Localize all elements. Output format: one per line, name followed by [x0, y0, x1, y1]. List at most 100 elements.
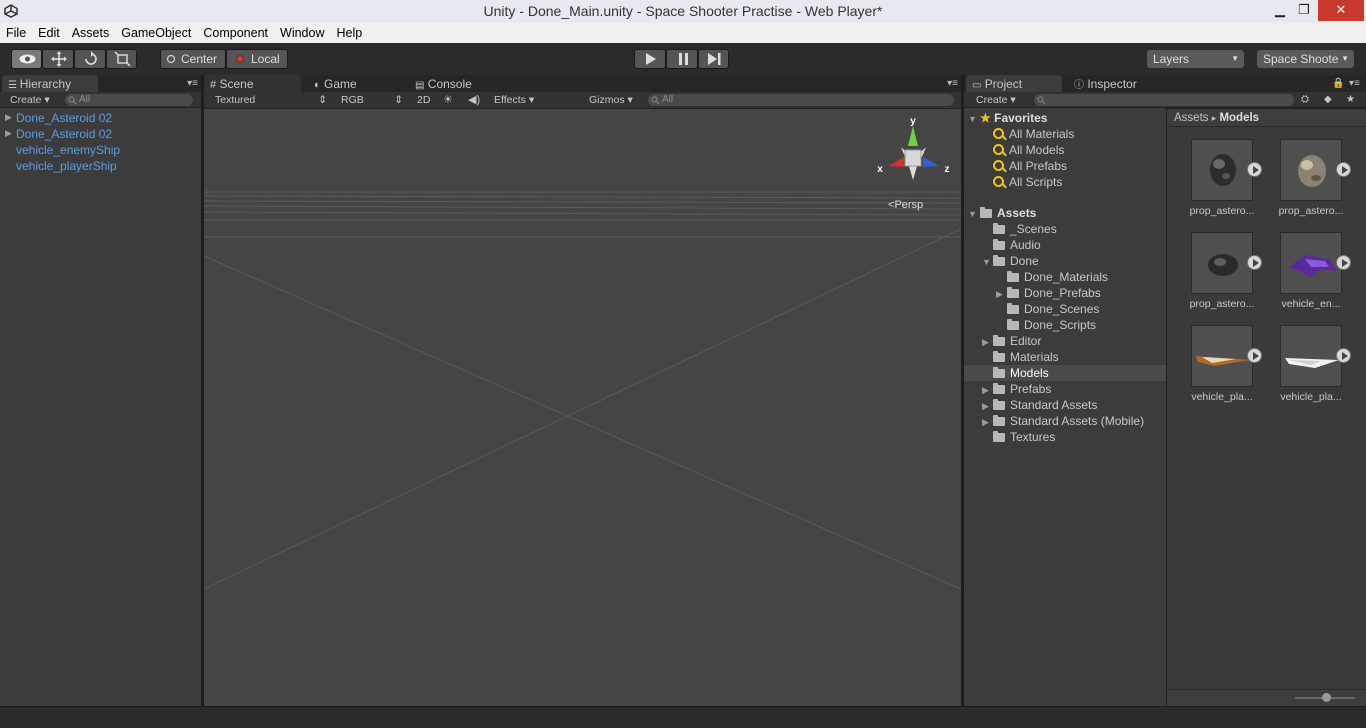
move-tool-button[interactable]	[42, 49, 74, 69]
asset-folder-row[interactable]: Textures	[993, 429, 1055, 445]
expand-arrow-icon[interactable]: ▶	[5, 128, 12, 139]
panel-menu-icon[interactable]: ▾≡	[1349, 78, 1360, 89]
menu-component[interactable]: Component	[197, 23, 274, 43]
pivot-toggle[interactable]: Center	[160, 49, 226, 69]
asset-folder-row[interactable]: Prefabs	[993, 381, 1051, 397]
pause-button[interactable]	[666, 49, 698, 69]
favorite-item[interactable]: All Models	[993, 142, 1064, 158]
lighting-icon[interactable]: ☀	[443, 93, 453, 107]
expand-arrow-icon[interactable]: ▼	[968, 209, 977, 219]
tab-console[interactable]: ▤ Console	[409, 75, 499, 93]
hierarchy-item[interactable]: vehicle_playerShip	[16, 158, 117, 174]
scale-tool-button[interactable]	[106, 49, 137, 69]
asset-folder-row[interactable]: Standard Assets (Mobile)	[993, 413, 1144, 429]
play-preview-icon[interactable]	[1247, 348, 1262, 363]
asset-folder-row[interactable]: Done_Scripts	[1007, 317, 1096, 333]
expand-arrow-icon[interactable]: ▶	[982, 417, 989, 428]
effects-dropdown[interactable]: Effects ▾	[494, 93, 534, 107]
menu-assets[interactable]: Assets	[66, 23, 116, 43]
asset-thumbnail[interactable]	[1191, 325, 1253, 387]
layers-dropdown[interactable]: Layers ▼	[1147, 50, 1244, 68]
scene-search-input[interactable]: All	[648, 94, 954, 106]
panel-menu-icon[interactable]: ▾≡	[187, 78, 198, 89]
asset-folder-row[interactable]: Done_Materials	[1007, 269, 1108, 285]
filter-type-icon[interactable]: ⛭	[1301, 93, 1309, 107]
play-preview-icon[interactable]	[1247, 255, 1262, 270]
asset-folder-row[interactable]: Done_Scenes	[1007, 301, 1099, 317]
projection-toggle[interactable]: <Persp	[888, 199, 923, 211]
step-button[interactable]	[698, 49, 729, 69]
asset-thumbnail[interactable]	[1280, 232, 1342, 294]
orientation-gizmo[interactable]: y x z	[871, 114, 957, 206]
audio-icon[interactable]: ◀)	[468, 93, 480, 107]
tab-game[interactable]: ◐ Game	[308, 75, 388, 93]
asset-folder-row[interactable]: Materials	[993, 349, 1059, 365]
favorite-item[interactable]: All Scripts	[993, 174, 1062, 190]
2d-toggle[interactable]: 2D	[417, 93, 430, 107]
filter-label-icon[interactable]: ◆	[1324, 93, 1332, 107]
breadcrumb-current[interactable]: Models	[1219, 112, 1259, 124]
play-preview-icon[interactable]	[1336, 162, 1351, 177]
lock-icon[interactable]: 🔒	[1332, 78, 1344, 89]
favorites-header[interactable]: ★ Favorites	[980, 110, 1047, 126]
play-preview-icon[interactable]	[1336, 348, 1351, 363]
space-toggle[interactable]: Local	[226, 49, 288, 69]
shading-dropdown[interactable]: Textured ⇕	[215, 93, 327, 107]
assets-root[interactable]: Assets	[980, 205, 1036, 221]
asset-folder-row[interactable]: Editor	[993, 333, 1041, 349]
favorite-item[interactable]: All Prefabs	[993, 158, 1067, 174]
slider-thumb[interactable]	[1322, 693, 1331, 702]
asset-folder-row[interactable]: Audio	[993, 237, 1041, 253]
asset-folder-label: _Scenes	[1010, 222, 1057, 236]
panel-menu-icon[interactable]: ▾≡	[947, 78, 958, 89]
favorite-item[interactable]: All Materials	[993, 126, 1074, 142]
expand-arrow-icon[interactable]: ▶	[982, 401, 989, 412]
expand-arrow-icon[interactable]: ▶	[5, 112, 12, 123]
asset-thumbnail[interactable]	[1191, 232, 1253, 294]
menu-gameobject[interactable]: GameObject	[115, 23, 197, 43]
render-mode-dropdown[interactable]: RGB ⇕	[341, 93, 403, 107]
project-create-button[interactable]: Create ▾	[976, 93, 1016, 107]
close-button[interactable]: ✕	[1318, 0, 1364, 21]
tab-project[interactable]: ▭ Project	[966, 75, 1062, 93]
favorite-star-icon[interactable]: ★	[1346, 93, 1355, 107]
view-tool-button[interactable]	[11, 49, 42, 69]
hierarchy-item[interactable]: Done_Asteroid 02	[16, 126, 112, 142]
menu-file[interactable]: File	[0, 23, 32, 43]
asset-folder-row[interactable]: Models	[964, 365, 1166, 381]
gizmos-dropdown[interactable]: Gizmos ▾	[589, 93, 633, 107]
folder-icon	[993, 223, 1005, 234]
layout-dropdown[interactable]: Space Shoote ▼	[1257, 50, 1354, 68]
menu-edit[interactable]: Edit	[32, 23, 66, 43]
rotate-tool-button[interactable]	[74, 49, 106, 69]
play-button[interactable]	[634, 49, 666, 69]
asset-thumbnail[interactable]	[1280, 139, 1342, 201]
tab-hierarchy[interactable]: ☰ Hierarchy	[2, 75, 98, 93]
menu-help[interactable]: Help	[330, 23, 368, 43]
hierarchy-search-input[interactable]: All	[65, 94, 193, 106]
scene-viewport[interactable]: y x z <Persp	[204, 109, 961, 706]
play-preview-icon[interactable]	[1336, 255, 1351, 270]
asset-thumbnail[interactable]	[1280, 325, 1342, 387]
project-search-input[interactable]	[1034, 94, 1294, 106]
restore-button[interactable]: ❐	[1292, 0, 1316, 21]
expand-arrow-icon[interactable]: ▼	[968, 114, 977, 124]
menu-window[interactable]: Window	[274, 23, 330, 43]
asset-folder-row[interactable]: _Scenes	[993, 221, 1057, 237]
expand-arrow-icon[interactable]: ▶	[996, 289, 1003, 300]
expand-arrow-icon[interactable]: ▶	[982, 385, 989, 396]
minimize-button[interactable]: ▁	[1268, 0, 1292, 21]
asset-folder-row[interactable]: Done	[993, 253, 1039, 269]
hierarchy-item[interactable]: vehicle_enemyShip	[16, 142, 120, 158]
asset-thumbnail[interactable]	[1191, 139, 1253, 201]
tab-inspector[interactable]: ⓘ Inspector	[1068, 75, 1168, 93]
hierarchy-item[interactable]: Done_Asteroid 02	[16, 110, 112, 126]
play-preview-icon[interactable]	[1247, 162, 1262, 177]
asset-folder-row[interactable]: Done_Prefabs	[1007, 285, 1101, 301]
expand-arrow-icon[interactable]: ▶	[982, 337, 989, 348]
hierarchy-create-button[interactable]: Create ▾	[10, 93, 50, 107]
asset-folder-row[interactable]: Standard Assets	[993, 397, 1097, 413]
breadcrumb-root[interactable]: Assets	[1174, 112, 1209, 124]
tab-scene[interactable]: # Scene	[204, 75, 301, 93]
expand-arrow-icon[interactable]: ▼	[982, 257, 991, 267]
